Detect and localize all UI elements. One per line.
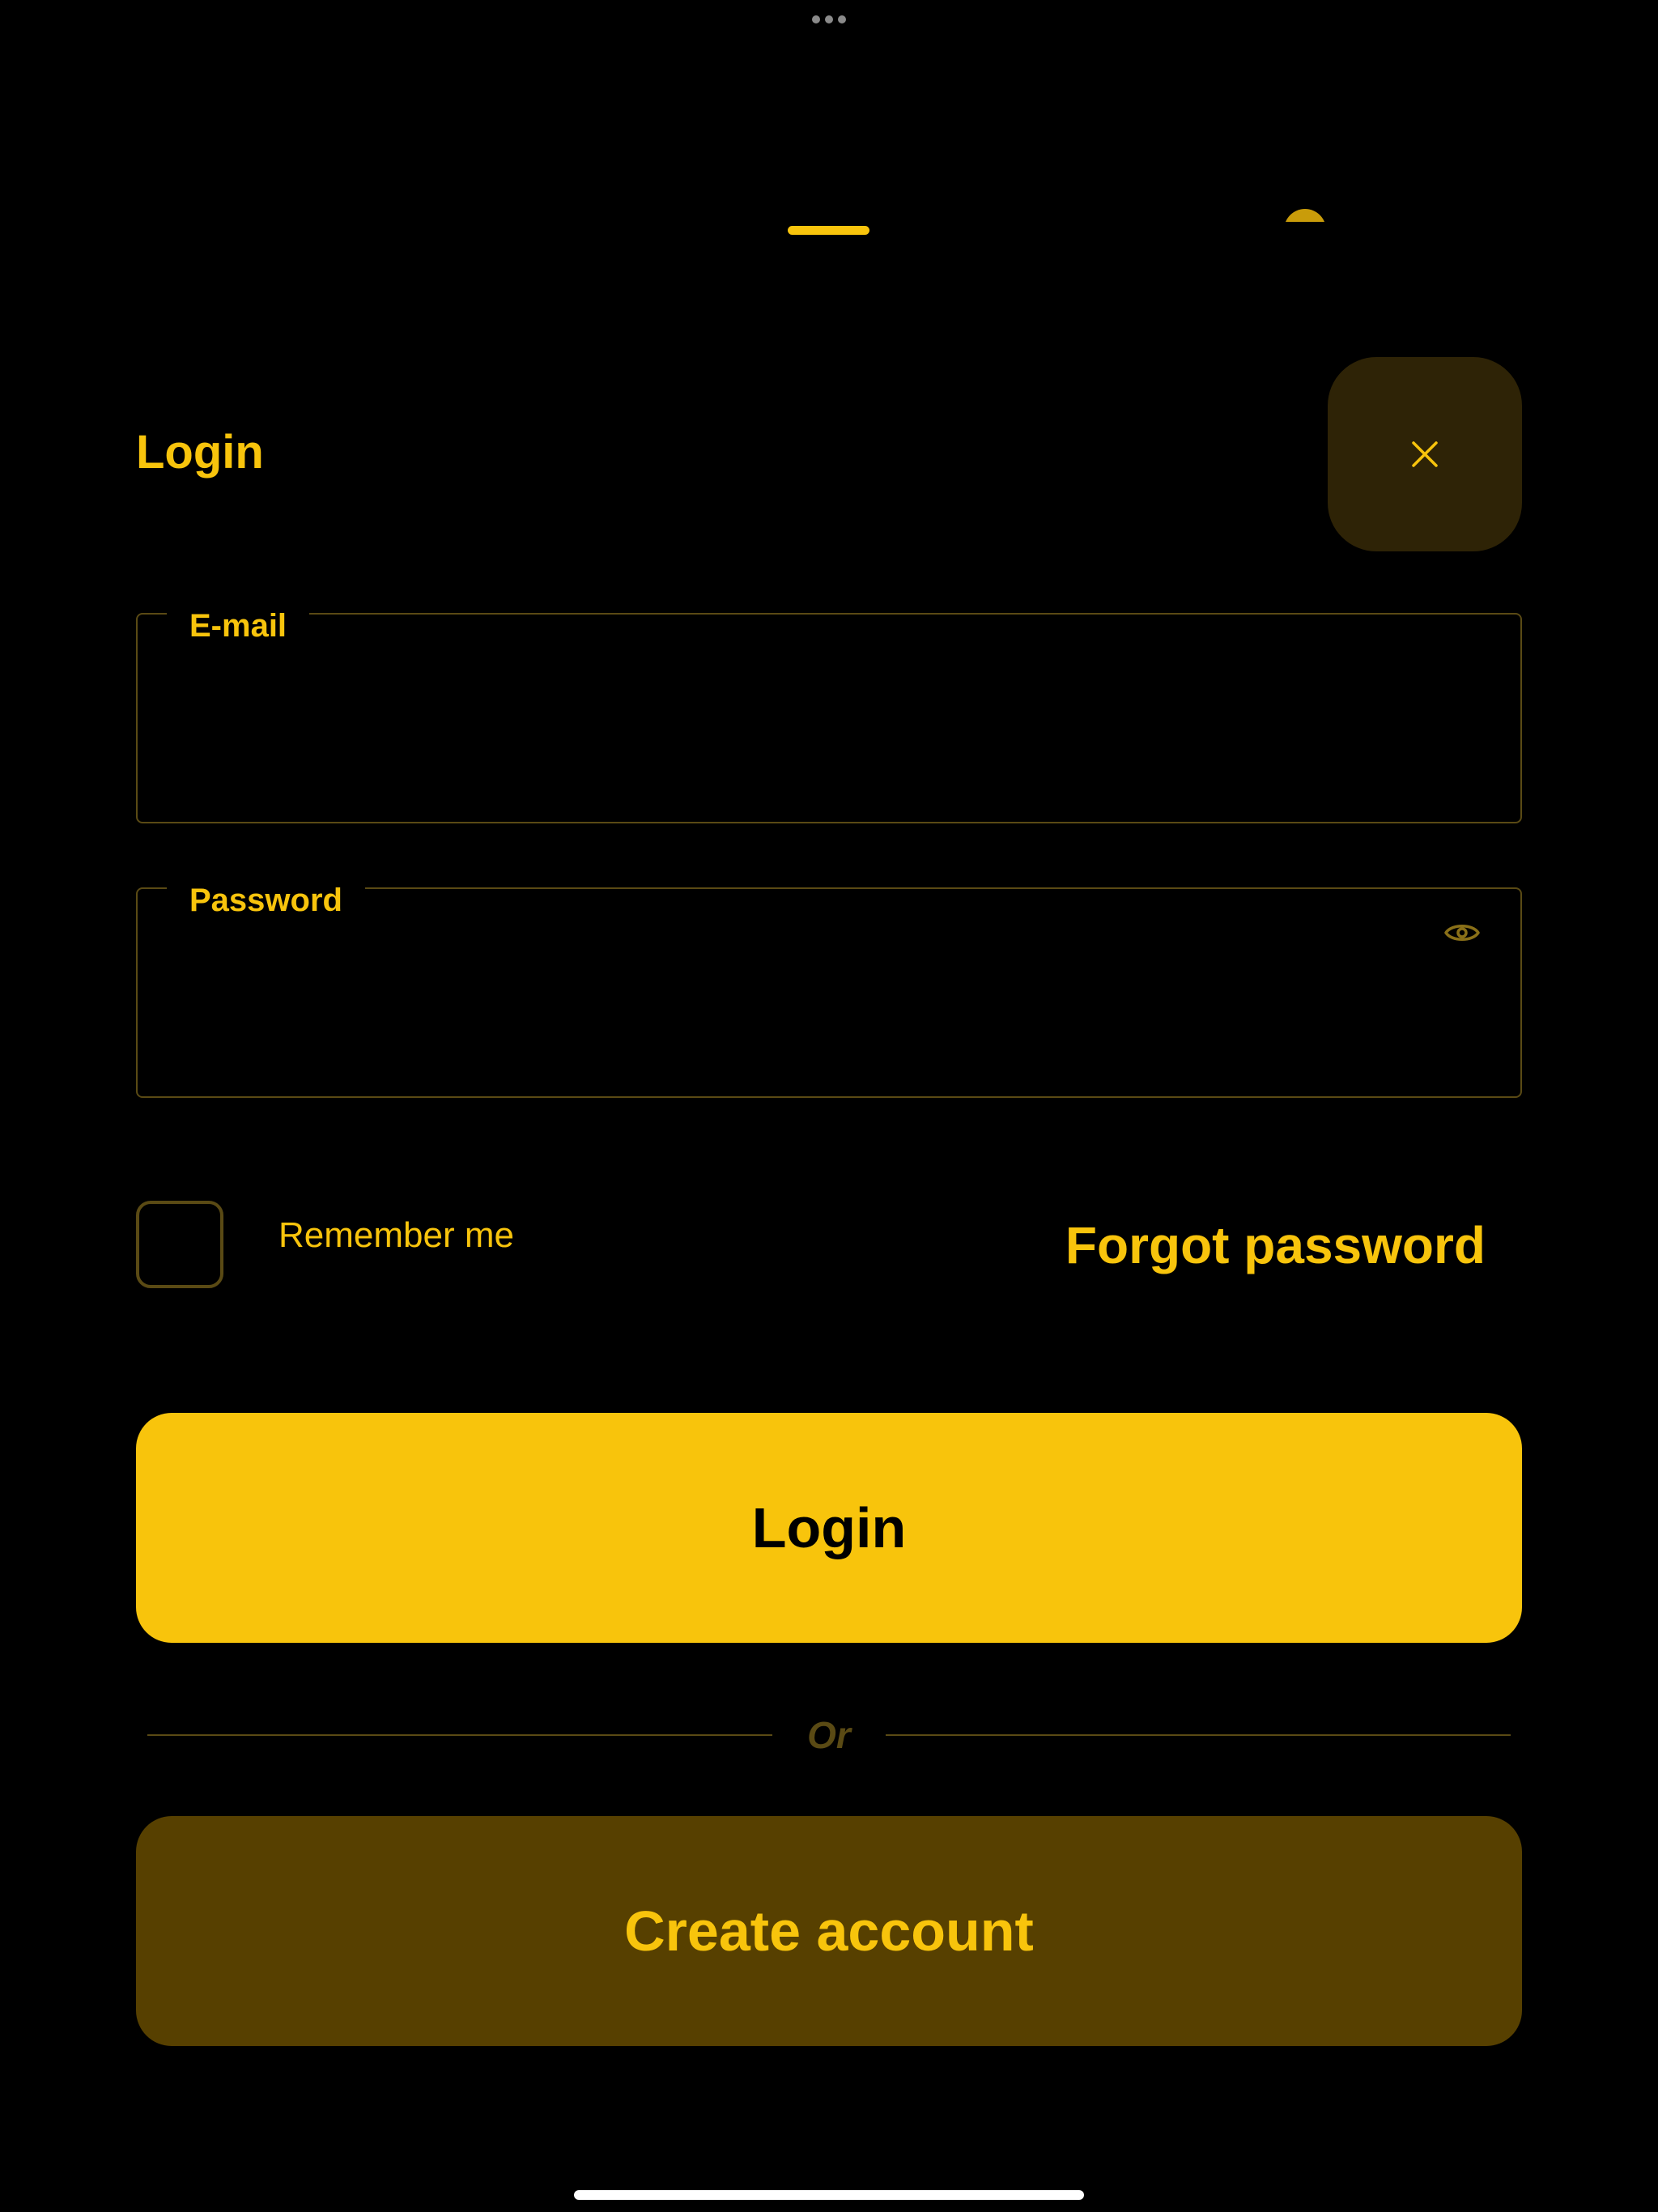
password-label: Password	[167, 879, 365, 921]
forgot-password-link[interactable]: Forgot password	[1065, 1214, 1486, 1276]
dot-icon	[825, 15, 833, 23]
sheet-grabber[interactable]	[788, 226, 869, 235]
multitasking-dots[interactable]	[812, 15, 846, 24]
login-button-label: Login	[751, 1496, 907, 1559]
divider-line	[147, 1734, 772, 1736]
close-icon	[1412, 441, 1438, 467]
remember-me-checkbox[interactable]	[136, 1201, 223, 1288]
email-field[interactable]: E-mail	[136, 605, 1522, 823]
divider-line	[886, 1734, 1511, 1736]
background-partial-icon	[1284, 209, 1326, 222]
password-input[interactable]	[189, 978, 1423, 1044]
login-button[interactable]: Login	[136, 1413, 1522, 1643]
remember-me-label[interactable]: Remember me	[278, 1214, 514, 1257]
eye-icon	[1444, 925, 1480, 941]
show-password-button[interactable]	[1443, 913, 1482, 952]
email-input[interactable]	[189, 704, 1423, 770]
password-field[interactable]: Password	[136, 879, 1522, 1098]
create-account-button[interactable]: Create account	[136, 1816, 1522, 2046]
dot-icon	[812, 15, 820, 23]
sheet-title: Login	[136, 426, 264, 479]
divider-text: Or	[807, 1714, 851, 1756]
create-account-label: Create account	[624, 1899, 1034, 1963]
dot-icon	[838, 15, 846, 23]
close-button[interactable]	[1328, 357, 1522, 551]
email-label: E-mail	[167, 605, 310, 647]
home-indicator[interactable]	[574, 2190, 1084, 2200]
